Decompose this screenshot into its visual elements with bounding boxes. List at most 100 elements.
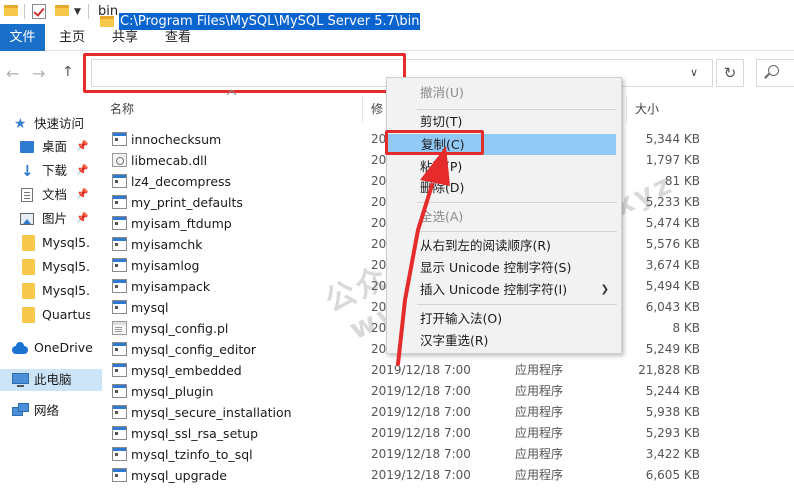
back-icon[interactable]: ← — [6, 64, 19, 83]
file-type: 应用程序 — [515, 363, 564, 377]
table-row[interactable]: mysql_upgrade 2019/12/18 7:00 应用程序 6,605… — [106, 465, 746, 486]
file-size: 81 KB — [664, 174, 700, 188]
file-size: 5,494 KB — [645, 279, 700, 293]
properties-check-icon[interactable] — [32, 4, 46, 19]
table-row[interactable]: mysql_secure_installation 2019/12/18 7:0… — [106, 402, 746, 423]
download-icon: ↓ — [21, 162, 34, 180]
application-icon — [112, 468, 127, 482]
sidebar-item-desktop[interactable]: 桌面 📌 — [20, 136, 90, 158]
up-icon[interactable]: ↑ — [62, 64, 74, 80]
tab-home[interactable]: 主页 — [59, 24, 85, 51]
menu-item-reconversion[interactable]: 汉字重选(R) — [387, 330, 621, 351]
sidebar-item-mysql57[interactable]: Mysql5.7 — [22, 280, 90, 302]
file-size: 5,474 KB — [645, 216, 700, 230]
menu-item-show-unicode[interactable]: 显示 Unicode 控制字符(S) — [387, 257, 621, 278]
sidebar-item-label: 网络 — [34, 403, 60, 418]
sidebar-item-label: 快速访问 — [34, 116, 85, 131]
file-name: myisamlog — [131, 258, 200, 273]
perl-file-icon — [112, 321, 127, 335]
column-header-size[interactable]: 大小 — [635, 99, 659, 119]
file-name: mysql_plugin — [131, 384, 214, 399]
file-date: 2019/12/18 7:00 — [371, 426, 471, 440]
file-date: 20 — [371, 153, 387, 167]
file-size: 6,043 KB — [645, 300, 700, 314]
table-row[interactable]: mysql_tzinfo_to_sql 2019/12/18 7:00 应用程序… — [106, 444, 746, 465]
picture-icon — [20, 213, 34, 225]
file-name: mysql — [131, 300, 169, 315]
menu-item-undo[interactable]: 撤消(U) — [387, 82, 621, 103]
file-name: myisam_ftdump — [131, 216, 232, 231]
title-separator — [88, 4, 89, 19]
folder-icon — [22, 283, 35, 299]
file-size: 5,938 KB — [645, 405, 700, 419]
sidebar-item-label: Mysql5.5 — [42, 235, 90, 250]
table-row[interactable]: mysql_ssl_rsa_setup 2019/12/18 7:00 应用程序… — [106, 423, 746, 444]
tab-file[interactable]: 文件 — [0, 24, 45, 51]
file-size: 6,605 KB — [645, 468, 700, 482]
file-date: 2019/12/18 7:00 — [371, 363, 471, 377]
file-name: mysql_config_editor — [131, 342, 257, 357]
star-icon: ★ — [14, 116, 27, 132]
sidebar-item-label: OneDrive — [34, 340, 93, 355]
quick-access-dropdown-icon[interactable]: ▼ — [74, 7, 81, 17]
file-size: 8 KB — [672, 321, 700, 335]
file-name: myisamchk — [131, 237, 203, 252]
sidebar-item-label: 此电脑 — [34, 372, 72, 387]
file-date: 20 — [371, 216, 387, 230]
table-row[interactable]: mysql_embedded 2019/12/18 7:00 应用程序 21,8… — [106, 360, 746, 381]
file-date: 2019/12/18 7:00 — [371, 405, 471, 419]
menu-item-cut[interactable]: 剪切(T) — [387, 111, 621, 132]
sidebar-item-label: Quartus — [42, 307, 90, 322]
menu-item-paste[interactable]: 粘贴(P) — [387, 156, 621, 177]
menu-item-select-all[interactable]: 全选(A) — [387, 206, 621, 227]
file-date: 20 — [371, 195, 387, 209]
folder-icon — [22, 307, 35, 323]
application-icon — [112, 174, 127, 188]
column-header-name[interactable]: 名称 — [110, 99, 134, 119]
sidebar-item-documents[interactable]: 文档 📌 — [20, 184, 90, 206]
application-icon — [112, 405, 127, 419]
sidebar-item-label: 下载 — [42, 163, 68, 178]
column-header-modified[interactable]: 修 — [371, 99, 383, 119]
sidebar-item-label: 图片 — [42, 211, 68, 226]
pin-icon[interactable]: 📌 — [76, 136, 88, 158]
submenu-arrow-icon: ❯ — [600, 284, 609, 295]
application-icon — [112, 216, 127, 230]
application-icon — [112, 258, 127, 272]
menu-item-insert-unicode[interactable]: 插入 Unicode 控制字符(I) ❯ — [387, 279, 621, 300]
address-path[interactable]: C:\Program Files\MySQL\MySQL Server 5.7\… — [119, 13, 421, 30]
refresh-icon[interactable]: ↻ — [716, 59, 744, 87]
new-folder-icon[interactable] — [55, 5, 69, 16]
file-date: 20 — [371, 258, 387, 272]
chevron-down-icon[interactable]: ∨ — [690, 66, 698, 79]
menu-separator — [417, 202, 617, 203]
table-row[interactable]: mysql_plugin 2019/12/18 7:00 应用程序 5,244 … — [106, 381, 746, 402]
pin-icon[interactable]: 📌 — [76, 184, 88, 206]
forward-icon[interactable]: → — [32, 64, 45, 83]
sidebar-item-quartus[interactable]: Quartus — [22, 304, 90, 326]
menu-item-open-ime[interactable]: 打开输入法(O) — [387, 308, 621, 329]
folder-icon — [4, 5, 18, 16]
pin-icon[interactable]: 📌 — [76, 160, 88, 182]
sidebar-item-mysql56[interactable]: Mysql5.6 — [22, 256, 90, 278]
file-size: 5,576 KB — [645, 237, 700, 251]
application-icon — [112, 237, 127, 251]
sidebar-item-this-pc[interactable]: 此电脑 — [0, 369, 102, 391]
file-type: 应用程序 — [515, 468, 564, 482]
sidebar-item-mysql55[interactable]: Mysql5.5 — [22, 232, 90, 254]
menu-item-rtl-reading[interactable]: 从右到左的阅读顺序(R) — [387, 235, 621, 256]
column-divider[interactable] — [362, 96, 363, 122]
sidebar-item-pictures[interactable]: 图片 📌 — [20, 208, 90, 230]
address-annotation-box — [83, 53, 406, 93]
file-type: 应用程序 — [515, 426, 564, 440]
column-divider[interactable] — [626, 96, 627, 122]
menu-item-delete[interactable]: 删除(D) — [387, 177, 621, 198]
sidebar-item-downloads[interactable]: ↓ 下载 📌 — [20, 160, 90, 182]
pin-icon[interactable]: 📌 — [76, 208, 88, 230]
file-date: 20 — [371, 237, 387, 251]
application-icon — [112, 195, 127, 209]
title-separator — [24, 4, 25, 19]
search-icon — [768, 65, 779, 76]
file-date: 20 — [371, 174, 387, 188]
file-size: 3,674 KB — [645, 258, 700, 272]
